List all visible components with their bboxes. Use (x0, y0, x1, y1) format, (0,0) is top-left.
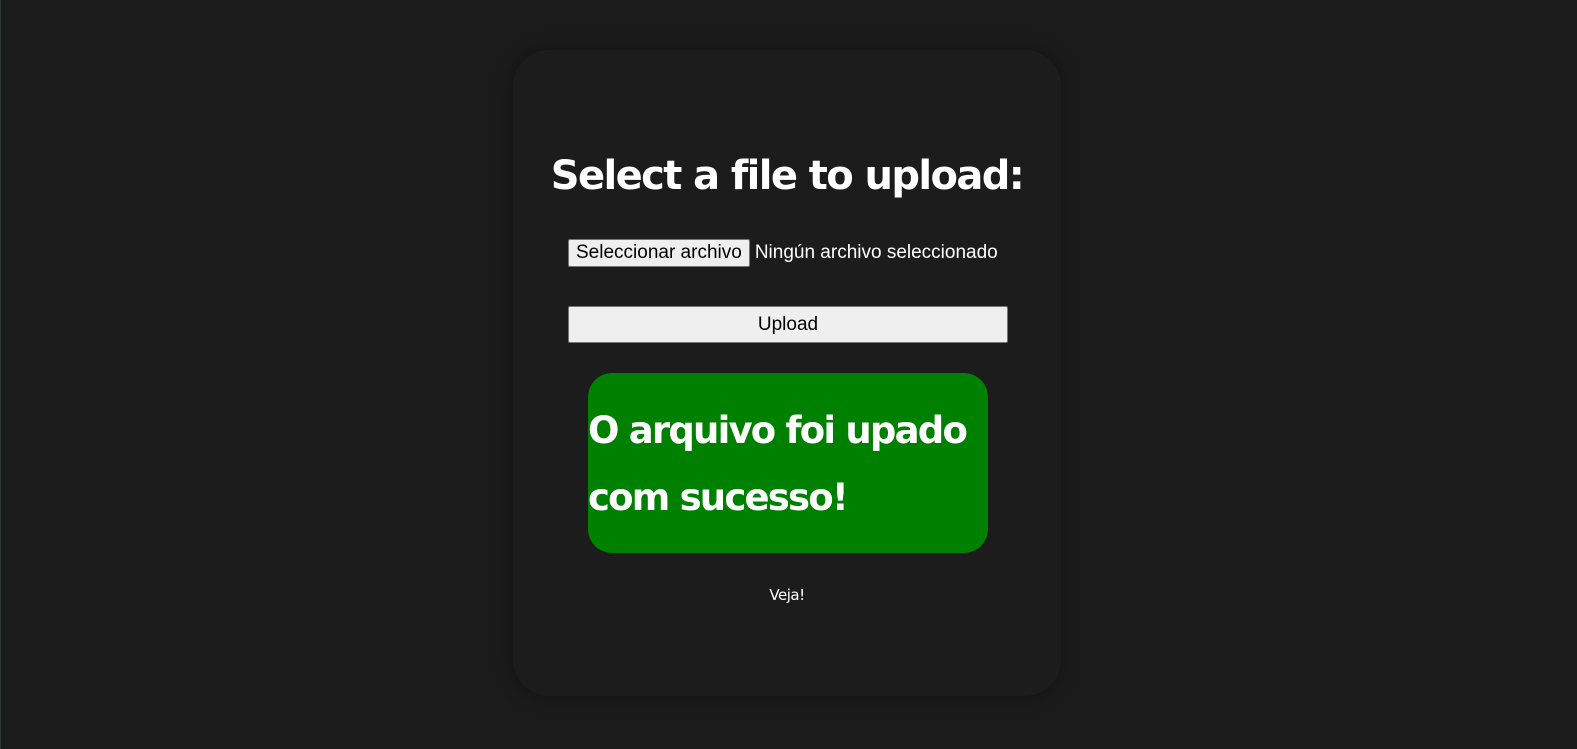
success-message-box: O arquivo foi upado com sucesso! (588, 373, 988, 553)
page-edge-divider (0, 0, 1, 749)
upload-button[interactable]: Upload (568, 306, 1008, 343)
file-status-text: Ningún archivo seleccionado (754, 242, 998, 263)
veja-link[interactable]: Veja! (513, 586, 1061, 604)
file-input[interactable]: Seleccionar archivo Ningún archivo selec… (568, 239, 998, 267)
success-message-text: O arquivo foi upado com sucesso! (588, 409, 968, 519)
page-title: Select a file to upload: (550, 153, 1025, 199)
choose-file-button[interactable]: Seleccionar archivo (568, 239, 750, 267)
